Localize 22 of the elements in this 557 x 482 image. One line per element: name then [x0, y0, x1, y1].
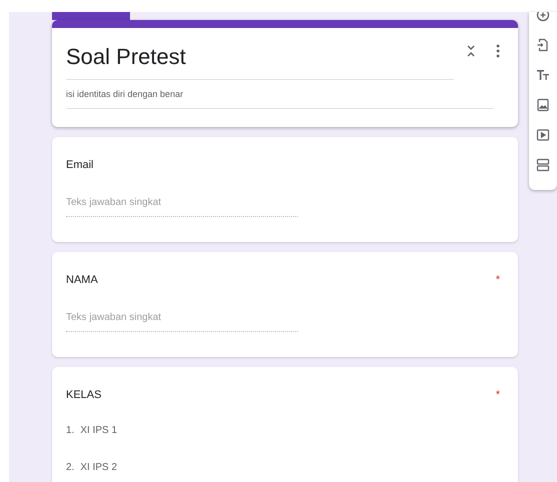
- more-icon[interactable]: [496, 44, 500, 58]
- question-card[interactable]: Email Teks jawaban singkat: [52, 136, 518, 242]
- form-title: Soal Pretest: [66, 40, 454, 80]
- text-icon[interactable]: [536, 68, 550, 82]
- required-asterisk: *: [496, 388, 500, 402]
- question-title: Email: [66, 158, 94, 172]
- add-icon[interactable]: [536, 12, 550, 22]
- required-asterisk: *: [496, 272, 500, 288]
- image-icon[interactable]: [536, 98, 550, 112]
- collapse-icon[interactable]: [466, 45, 476, 57]
- question-title: KELAS: [66, 388, 102, 402]
- option-number: 2.: [66, 461, 74, 475]
- question-card[interactable]: KELAS * 1. XI IPS 1 2. XI IPS 2: [52, 366, 518, 482]
- section-icon[interactable]: [536, 158, 550, 172]
- option-number: 1.: [66, 424, 74, 438]
- import-icon[interactable]: [536, 38, 550, 52]
- option-label: XI IPS 1: [80, 424, 118, 438]
- option-label: XI IPS 2: [80, 461, 118, 475]
- video-icon[interactable]: [536, 128, 550, 142]
- question-card[interactable]: NAMA * Teks jawaban singkat: [52, 252, 518, 356]
- question-title: NAMA: [66, 272, 98, 288]
- form-description: isi identitas diri dengan benar: [66, 88, 494, 108]
